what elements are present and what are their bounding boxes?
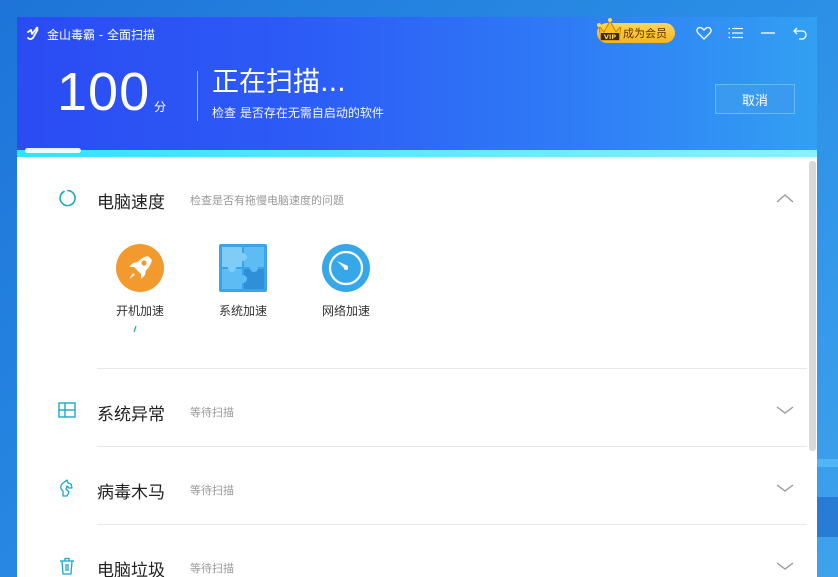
section-title: 电脑速度 xyxy=(97,193,165,213)
scrollbar[interactable] xyxy=(809,161,816,451)
rocket-icon xyxy=(116,244,164,292)
section-divider xyxy=(97,446,807,447)
section-divider xyxy=(97,524,807,525)
horse-icon xyxy=(60,479,73,497)
app-logo-icon xyxy=(27,26,39,40)
score-value: 100 xyxy=(57,62,151,122)
item-network-speedup[interactable]: 网络加速 xyxy=(303,243,389,332)
scan-progress-line xyxy=(17,150,817,157)
item-label: 网络加速 xyxy=(321,304,370,318)
scan-status: 正在扫描... 检查 是否存在无需自启动的软件 xyxy=(212,67,384,121)
svg-text:VIP: VIP xyxy=(604,33,616,41)
become-member-label: 成为会员 xyxy=(623,27,667,40)
desktop-background-shade xyxy=(814,497,838,537)
section-desc: 等待扫描 xyxy=(190,562,234,575)
section-desc: 等待扫描 xyxy=(190,484,234,497)
scan-subline: 检查 是否存在无需自启动的软件 xyxy=(212,106,384,121)
window-title: 金山毒霸 - 全面扫描 xyxy=(47,27,155,42)
crown-vip-icon: VIP xyxy=(597,18,623,41)
section-system-anomaly[interactable]: 系统异常 等待扫描 xyxy=(17,390,807,430)
back-icon[interactable] xyxy=(791,24,809,42)
minimize-icon[interactable] xyxy=(759,24,777,42)
section-pc-speed[interactable]: 电脑速度 检查是否有拖慢电脑速度的问题 xyxy=(17,178,807,218)
heart-icon[interactable] xyxy=(695,24,713,42)
become-member-button[interactable]: VIP 成为会员 xyxy=(597,18,675,43)
speed-items: 开机加速 系统加速 网络加速 xyxy=(97,243,389,332)
loading-circle-icon xyxy=(59,189,76,207)
title-bar-controls: VIP 成为会员 xyxy=(597,18,809,43)
chevron-down-icon[interactable] xyxy=(776,560,794,572)
app-window: 金山毒霸 - 全面扫描 VIP 成为会员 100 分 正在扫描... 检查 是否… xyxy=(17,17,817,577)
scanning-indicator xyxy=(133,326,137,332)
section-title: 系统异常 xyxy=(97,405,165,425)
chevron-down-icon[interactable] xyxy=(776,482,794,494)
section-virus-trojan[interactable]: 病毒木马 等待扫描 xyxy=(17,468,807,508)
chevron-up-icon[interactable] xyxy=(776,192,794,204)
header-divider xyxy=(197,71,198,121)
chevron-down-icon[interactable] xyxy=(776,404,794,416)
puzzle-icon xyxy=(219,244,267,292)
trash-icon xyxy=(60,557,74,575)
item-label: 系统加速 xyxy=(218,304,267,318)
score-unit: 分 xyxy=(154,100,167,114)
section-pc-junk[interactable]: 电脑垃圾 等待扫描 xyxy=(17,546,807,577)
title-bar: 金山毒霸 - 全面扫描 xyxy=(25,24,155,44)
item-boot-speedup[interactable]: 开机加速 xyxy=(97,243,183,332)
section-desc: 检查是否有拖慢电脑速度的问题 xyxy=(190,194,344,207)
menu-icon[interactable] xyxy=(727,24,745,42)
item-label: 开机加速 xyxy=(115,304,164,318)
item-system-speedup[interactable]: 系统加速 xyxy=(200,243,286,332)
section-divider xyxy=(97,368,807,369)
compass-icon xyxy=(322,244,370,292)
cancel-button[interactable]: 取消 xyxy=(715,84,795,114)
scan-progress-glow xyxy=(25,148,81,153)
windows-icon xyxy=(58,402,76,418)
scan-header: 金山毒霸 - 全面扫描 VIP 成为会员 100 分 正在扫描... 检查 是否… xyxy=(17,17,817,157)
section-title: 电脑垃圾 xyxy=(97,561,165,577)
scan-headline: 正在扫描... xyxy=(212,67,346,98)
section-desc: 等待扫描 xyxy=(190,406,234,419)
scan-results-list[interactable] xyxy=(17,157,817,577)
section-title: 病毒木马 xyxy=(97,483,165,503)
score-display: 100 分 xyxy=(57,65,166,119)
